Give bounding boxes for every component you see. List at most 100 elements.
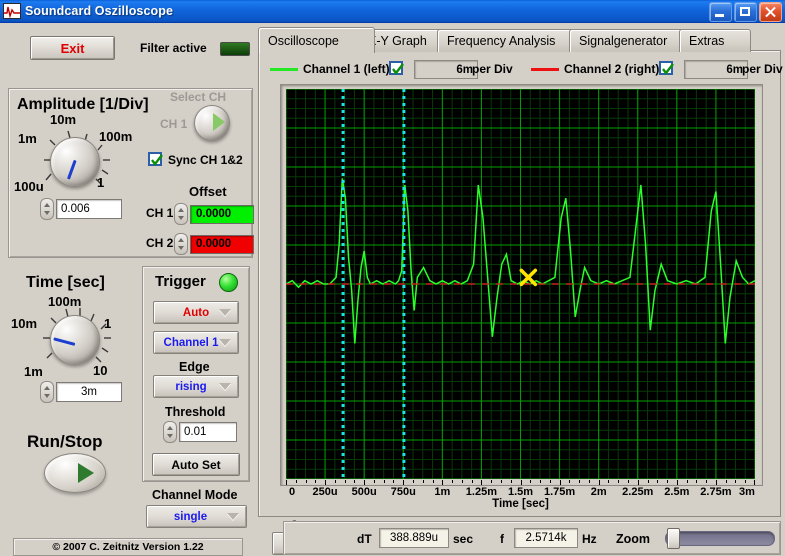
tab-label: Signalgenerator — [579, 34, 668, 48]
time-value[interactable]: 3m — [56, 382, 122, 402]
x-axis-major-tick — [325, 480, 327, 485]
x-axis-minor-tick — [745, 480, 747, 483]
x-axis-tick-label: 2.25m — [622, 486, 654, 498]
x-axis-minor-tick — [657, 480, 659, 483]
zoom-slider-thumb[interactable] — [667, 528, 680, 549]
amplitude-value-field[interactable]: 0.006 — [40, 198, 122, 220]
ch1-offset-spinner[interactable] — [174, 203, 188, 225]
channel-2-scale[interactable]: 6m — [684, 60, 748, 79]
threshold-spinner[interactable] — [163, 421, 177, 443]
tab-oscilloscope[interactable]: Oscilloscope — [258, 27, 375, 53]
x-axis-minor-tick — [334, 480, 336, 483]
amplitude-value[interactable]: 0.006 — [56, 199, 122, 219]
x-axis-tick-label: 2.75m — [700, 486, 732, 498]
tab-label: Oscilloscope — [268, 33, 339, 48]
tab-label: Frequency Analysis — [447, 34, 556, 48]
x-axis-minor-tick — [579, 480, 581, 483]
trigger-source-combo[interactable]: Channel 1 — [153, 331, 239, 354]
channel-2-enable-checkbox[interactable] — [659, 61, 674, 75]
x-axis-minor-tick — [354, 480, 356, 483]
ch1-offset-label: CH 1 — [146, 206, 174, 220]
zoom-slider-track[interactable] — [665, 531, 775, 546]
tab-signalgenerator[interactable]: Signalgenerator — [569, 29, 695, 52]
x-axis-minor-tick — [383, 480, 385, 483]
app-icon — [3, 3, 21, 19]
trigger-title: Trigger — [155, 273, 206, 290]
x-axis-tick-label: 500u — [351, 486, 377, 498]
x-axis-minor-tick — [373, 480, 375, 483]
x-axis-tick-label: 2.5m — [664, 486, 690, 498]
x-axis-minor-tick — [647, 480, 649, 483]
time-tick-100m: 100m — [48, 294, 82, 309]
x-axis-minor-tick — [422, 480, 424, 483]
f-unit: Hz — [582, 532, 597, 546]
time-tick-1: 1 — [104, 316, 112, 331]
tab-frequency-analysis[interactable]: Frequency Analysis — [437, 29, 585, 52]
amplitude-tick-100u: 100u — [14, 179, 44, 194]
x-axis-minor-tick — [725, 480, 727, 483]
select-ch-value: CH 1 — [160, 117, 188, 131]
trigger-led — [219, 273, 238, 292]
close-button[interactable] — [759, 2, 782, 22]
maximize-button[interactable] — [734, 2, 757, 22]
channel-mode-combo[interactable]: single — [146, 505, 247, 528]
minimize-button[interactable] — [709, 2, 732, 22]
trigger-edge-combo[interactable]: rising — [153, 375, 239, 398]
x-axis-major-tick — [754, 480, 755, 485]
channel-1-unit: per Div — [472, 62, 513, 76]
trigger-edge-label: Edge — [179, 360, 210, 374]
trigger-threshold-field[interactable]: 0.01 — [163, 421, 237, 443]
x-axis-minor-tick — [500, 480, 502, 483]
sync-ch-checkbox[interactable] — [148, 152, 163, 166]
x-axis-major-tick — [286, 480, 287, 485]
application-window: Soundcard Oszilloscope Exit Filter activ… — [0, 0, 785, 556]
plot-canvas — [286, 89, 755, 479]
ch2-offset-value[interactable]: 0.0000 — [190, 234, 254, 254]
select-ch-knob[interactable] — [194, 105, 230, 141]
x-axis-minor-tick — [696, 480, 698, 483]
ch1-offset-field[interactable]: 0.0000 — [174, 203, 254, 225]
offset-title: Offset — [189, 184, 227, 199]
x-axis-major-tick — [442, 480, 444, 485]
run-stop-button[interactable] — [44, 453, 106, 493]
chevron-down-icon — [219, 309, 231, 316]
trigger-threshold-value[interactable]: 0.01 — [179, 422, 237, 442]
title-bar: Soundcard Oszilloscope — [0, 0, 785, 23]
amplitude-tick-1: 1 — [97, 175, 105, 190]
select-ch-label: Select CH — [170, 90, 227, 104]
amplitude-knob[interactable] — [50, 137, 100, 187]
amplitude-spinner[interactable] — [40, 198, 54, 220]
x-axis-minor-tick — [510, 480, 512, 483]
x-axis-tick-label: 3m — [739, 486, 755, 498]
f-value[interactable]: 2.5714k — [514, 528, 578, 548]
time-value-field[interactable]: 3m — [40, 381, 122, 403]
channel-1-legend-swatch — [270, 68, 298, 71]
x-axis-minor-tick — [344, 480, 346, 483]
tab-extras[interactable]: Extras — [679, 29, 751, 52]
exit-button[interactable]: Exit — [30, 36, 115, 60]
x-axis-major-tick — [559, 480, 561, 485]
x-axis-minor-tick — [530, 480, 532, 483]
time-spinner[interactable] — [40, 381, 54, 403]
auto-set-button[interactable]: Auto Set — [152, 453, 240, 476]
time-tick-1m: 1m — [24, 364, 43, 379]
ch2-offset-spinner[interactable] — [174, 233, 188, 255]
x-axis-major-tick — [481, 480, 483, 485]
x-axis-title: Time [sec] — [492, 498, 549, 510]
zoom-label: Zoom — [616, 532, 651, 546]
trigger-edge-value: rising — [175, 380, 207, 393]
oscilloscope-plot[interactable] — [286, 89, 755, 479]
dt-value[interactable]: 388.889u — [379, 528, 449, 548]
x-axis-minor-tick — [686, 480, 688, 483]
ch1-offset-value[interactable]: 0.0000 — [190, 204, 254, 224]
x-axis-tick-label: 1.25m — [465, 486, 498, 498]
tab-label: Extras — [689, 34, 725, 48]
amplitude-tick-100m: 100m — [99, 129, 133, 144]
chevron-down-icon — [219, 383, 231, 390]
ch2-offset-field[interactable]: 0.0000 — [174, 233, 254, 255]
filter-active-led[interactable] — [220, 42, 250, 56]
channel-1-scale[interactable]: 6m — [414, 60, 478, 79]
channel-1-enable-checkbox[interactable] — [389, 61, 404, 75]
trigger-mode-combo[interactable]: Auto — [153, 301, 239, 324]
time-knob[interactable] — [50, 315, 100, 365]
